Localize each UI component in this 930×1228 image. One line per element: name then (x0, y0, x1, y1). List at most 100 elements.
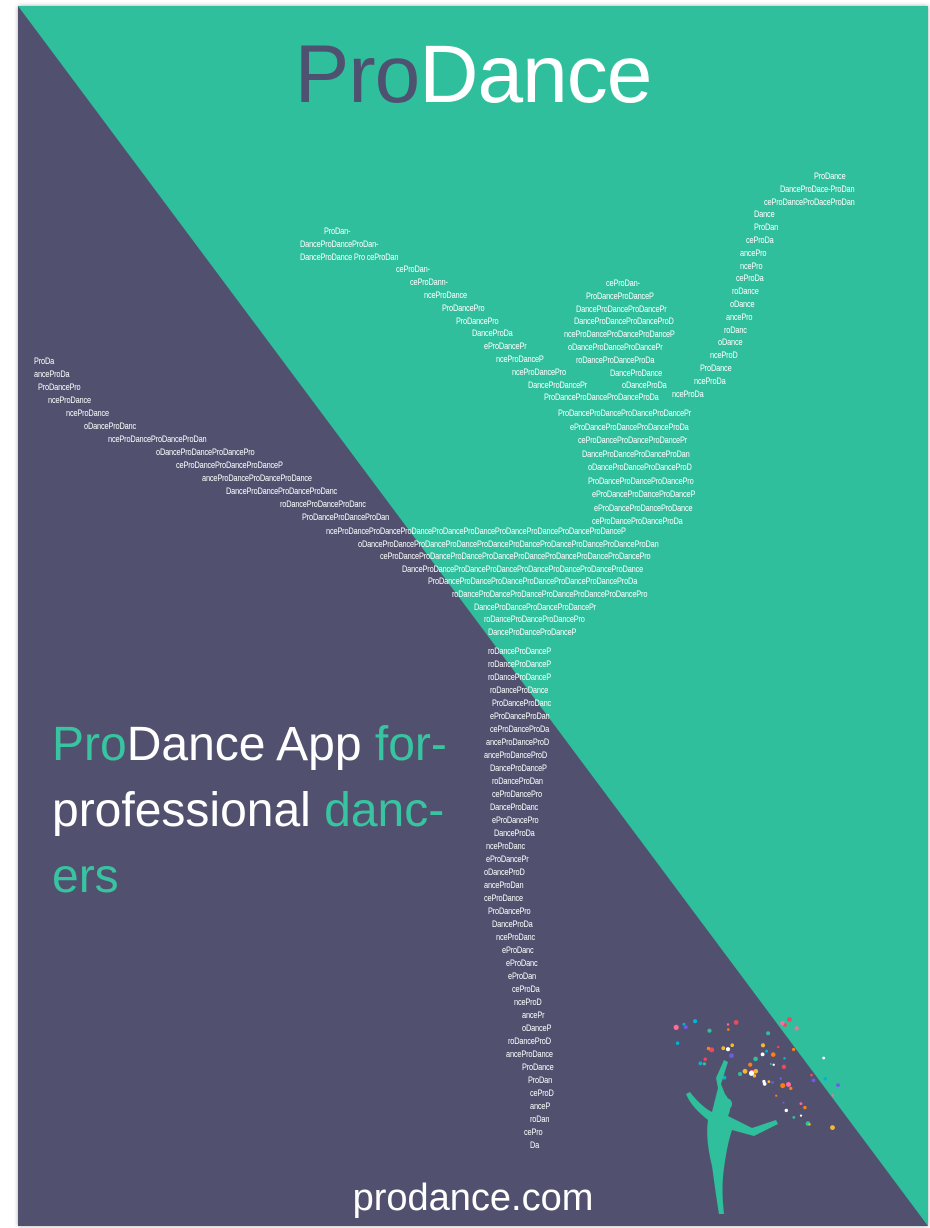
dancer-text-right-arm-row: nceProDa (672, 388, 704, 399)
confetti-dot (738, 1072, 742, 1076)
confetti-dot (698, 1061, 703, 1066)
dancer-text-leg-row: anceP (530, 1101, 551, 1111)
dancer-text-torso-row: ProDanceProDanceProDanceProDancePr (558, 408, 692, 418)
confetti-dot (765, 1049, 768, 1053)
confetti-dot (769, 1063, 772, 1065)
dancer-text-hips-row: ProDanceProDanceProDanceProDanceProDance… (428, 576, 638, 587)
confetti-dot (823, 1076, 828, 1081)
dancer-text-top-arm-row: ProDancePro (442, 302, 485, 313)
tagline-line-3: ers (52, 850, 119, 903)
tagline-pro: Pro (52, 718, 127, 771)
dancer-text-right-arm-row: Dance (754, 209, 775, 220)
confetti-dot (702, 1062, 706, 1066)
dancer-text-leg-row: eProDan (508, 971, 536, 981)
dancer-text-inner-arm-row: ceProDan- (606, 278, 640, 288)
dancer-text-left-arm-row: ceProDanceProDanceProDanceP (176, 460, 283, 470)
confetti-dot (810, 1073, 813, 1077)
dancer-text-leg-row: ancePr (522, 1010, 545, 1020)
poster: ProDance ProDa anceProDa ProDancePro ncePro… (18, 6, 928, 1226)
dancer-text-hips-row: DanceProDanceProDanceProDanceProDancePro… (402, 563, 644, 574)
confetti-dot (753, 1069, 759, 1074)
dancer-text-left-arm-row: nceProDance (66, 408, 109, 418)
dancer-text-leg-row: anceProDance (506, 1049, 553, 1059)
dancer-text-top-arm-row: ceProDan- (396, 264, 430, 275)
confetti-dot (771, 1081, 774, 1084)
dancer-text-left-arm-row: oDanceProDanc (84, 421, 137, 431)
dancer-text-inner-arm-row: DanceProDanceProDanceProD (574, 316, 674, 327)
confetti-dot (792, 1047, 796, 1052)
dancer-text-left-arm-row: ProDancePro (38, 382, 81, 392)
confetti-dot (753, 1056, 758, 1062)
confetti-dot (675, 1041, 680, 1045)
dancer-text-leg-row: ProDancePro (488, 906, 531, 916)
dancer-text-leg-row: cePro (524, 1127, 543, 1137)
dancer-text-right-arm-row: ProDance (700, 363, 732, 373)
dancer-text-leg-row: roDanceProDanceP (488, 659, 552, 669)
dancer-text-right-arm-row: ProDan (754, 222, 779, 233)
confetti-dot (808, 1123, 811, 1126)
confetti-dot (799, 1102, 803, 1105)
confetti-dot (822, 1056, 826, 1060)
dancer-text-leg-row: eProDanc (502, 945, 534, 955)
dancer-text-inner-arm-row: DanceProDanceProDancePr (576, 303, 667, 314)
confetti-dot (727, 1028, 730, 1031)
dancer-text-right-arm-row: ProDance (814, 171, 846, 181)
dancer-text-top-arm-row: DanceProDancePr (528, 379, 588, 390)
tagline-professional: professional (52, 784, 325, 837)
dancer-text-leg-row: roDan (530, 1114, 550, 1124)
dancer-text-hips-row: ceProDanceProDanceProDanceProDanceProDan… (380, 551, 651, 562)
confetti-dot (780, 1083, 786, 1089)
dancer-text-leg-row: Da (530, 1140, 540, 1150)
dancer-text-left-arm-row: DanceProDanceProDanceProDanc (226, 486, 338, 496)
tagline-dance-app: Dance App (126, 718, 375, 771)
dancer-text-leg-row: anceProDanceProD (484, 750, 548, 760)
confetti-dots (673, 1017, 840, 1130)
confetti-dot (767, 1080, 771, 1083)
tagline-danc: danc- (324, 784, 445, 837)
dancer-text-inner-arm-row: oDanceProDa (622, 380, 667, 391)
dancer-text-top-arm-row: nceProDance (424, 290, 467, 300)
confetti-dot (792, 1116, 796, 1119)
dancer-text-torso-row: eProDanceProDanceProDance (594, 502, 693, 513)
dancer-text-right-arm-row: ceProDa (736, 273, 764, 284)
dancer-text-leg-row: oDanceProD (484, 867, 525, 877)
dancer-text-left-arm-row: nceProDance (48, 395, 91, 405)
dancer-text-leg-row: eProDanceProDan (490, 711, 550, 721)
confetti-dot (760, 1052, 765, 1057)
dancer-text-right-arm-row: DanceProDace-ProDan (780, 183, 855, 194)
confetti-dot (748, 1062, 753, 1067)
dancer-text-top-arm-row: ProDan- (324, 226, 351, 236)
dancer-text-leg-row: DanceProDanceP (490, 763, 547, 773)
dancer-text-leg-row: roDanceProDanceP (488, 672, 552, 682)
dancer-text-inner-arm-row: oDanceProDanceProDancePr (568, 342, 663, 352)
dancer-text-leg-row: roDanceProDance (490, 685, 549, 695)
dancer-text-leg-row: ceProDancePro (492, 789, 542, 799)
confetti-dot (794, 1026, 799, 1031)
confetti-dot (725, 1047, 731, 1052)
dancer-text-leg-row: eProDancePro (492, 815, 539, 825)
dancer-text-torso-row: oDanceProDanceProDanceProD (588, 462, 692, 472)
confetti-dot (693, 1019, 698, 1024)
dancer-text-right-arm-row: oDance (730, 299, 755, 309)
dancer-text-left-arm-row: roDanceProDanceProDanc (280, 499, 366, 509)
dancer-text-right-arm-row: ncePro (740, 260, 763, 271)
dancer-text-leg-row: roDanceProD (508, 1036, 551, 1046)
confetti-dot (707, 1028, 712, 1033)
confetti-dot (787, 1017, 792, 1022)
confetti-dot (772, 1063, 775, 1066)
dancer-text-right-arm-row: roDance (732, 286, 759, 297)
confetti-dot (783, 1057, 786, 1060)
dancer-text-leg-row: ProDan (528, 1075, 553, 1085)
dancer-text-leg-row: eProDanc (506, 958, 538, 968)
dancer-text-top-arm-row: ProDancePro (456, 315, 499, 326)
tagline-line-2: professional danc- (52, 778, 447, 844)
dancer-text-right-arm-row: ceProDanceProDaceProDan (764, 196, 855, 207)
tagline: ProDance App for- professional danc- ers (52, 712, 447, 910)
confetti-dot (706, 1046, 711, 1051)
dancer-text-leg-row: ProDance (522, 1062, 554, 1072)
confetti-dot (770, 1052, 776, 1057)
dancer-text-leg-row: DanceProDa (494, 828, 535, 838)
dancer-text-hips-row: roDanceProDanceProDancePro (484, 614, 585, 625)
dancer-text-leg-row: DanceProDanc (490, 802, 539, 812)
dancer-head (720, 1098, 732, 1110)
